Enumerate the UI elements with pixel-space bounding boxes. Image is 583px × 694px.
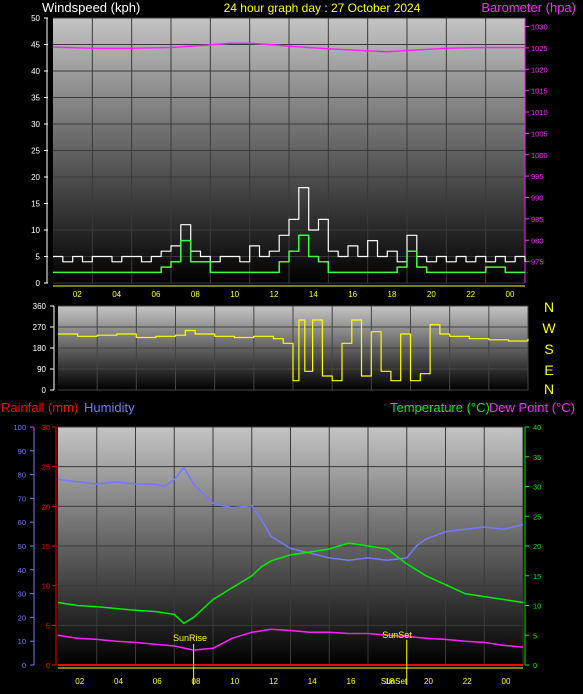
- direction-tick-label: 360: [33, 302, 47, 311]
- barometer-tick-label: 1010: [531, 108, 548, 117]
- barometer-tick-label: 1015: [531, 87, 548, 96]
- wind-tick-label: 45: [31, 41, 40, 50]
- direction-tick-label: 90: [37, 365, 46, 374]
- wind-x-tick-label: 22: [466, 290, 475, 299]
- barometer-tick-label: 995: [531, 172, 544, 181]
- wind-tick-label: 35: [31, 94, 40, 103]
- compass-label-e: E: [544, 362, 553, 378]
- wind-tick-label: 25: [31, 147, 40, 156]
- wind-x-tick-label: 04: [112, 290, 121, 299]
- direction-tick-label: 180: [33, 344, 47, 353]
- compass-label-n-bottom: N: [544, 381, 554, 397]
- wind-tick-label: 10: [31, 226, 40, 235]
- wind-x-tick-label: 02: [73, 290, 82, 299]
- barometer-tick-label: 975: [531, 258, 544, 267]
- climate-x-tick-label: 00: [502, 677, 511, 686]
- barometer-tick-label: 1020: [531, 65, 548, 74]
- climate-x-tick-label: 08: [192, 677, 201, 686]
- wind-tick-label: 15: [31, 200, 40, 209]
- sunrise-label: SunRise: [173, 633, 207, 643]
- rainfall-tick-label: 15: [42, 542, 50, 551]
- temperature-tick-label: 15: [533, 572, 541, 581]
- rainfall-tick-label: 30: [42, 423, 50, 432]
- humidity-axis-title: Humidity: [84, 400, 135, 415]
- climate-x-tick-label: 02: [75, 677, 84, 686]
- wind-tick-label: 20: [31, 173, 40, 182]
- barometer-axis-title: Barometer (hpa): [481, 0, 576, 15]
- wind-x-tick-label: 06: [152, 290, 161, 299]
- rainfall-tick-label: 0: [46, 661, 50, 670]
- wind-x-tick-label: 10: [230, 290, 239, 299]
- wind-x-tick-label: 00: [506, 290, 515, 299]
- climate-x-tick-label: 06: [153, 677, 162, 686]
- humidity-tick-label: 90: [18, 447, 26, 456]
- climate-x-tick-label: 14: [308, 677, 317, 686]
- climate-x-tick-label: 22: [463, 677, 472, 686]
- wind-x-tick-label: 08: [191, 290, 200, 299]
- compass-label-n-top: N: [544, 299, 554, 315]
- wind-x-tick-label: 16: [348, 290, 357, 299]
- rainfall-tick-label: 10: [42, 582, 50, 591]
- humidity-tick-label: 30: [18, 590, 26, 599]
- temperature-tick-label: 0: [533, 661, 537, 670]
- rainfall-axis-title: Rainfall (mm): [1, 400, 78, 415]
- barometer-tick-label: 980: [531, 236, 544, 245]
- wind-x-tick-label: 20: [427, 290, 436, 299]
- humidity-tick-label: 10: [18, 637, 26, 646]
- barometer-tick-label: 985: [531, 215, 544, 224]
- climate-x-tick-label: 04: [114, 677, 123, 686]
- wind-x-tick-label: 14: [309, 290, 318, 299]
- direction-tick-label: 0: [42, 386, 47, 395]
- climate-x-tick-label: 10: [230, 677, 239, 686]
- rainfall-tick-label: 20: [42, 502, 50, 511]
- humidity-tick-label: 0: [22, 661, 26, 670]
- humidity-tick-label: 40: [18, 566, 26, 575]
- weather-graph: Windspeed (kph) 24 hour graph day : 27 O…: [1, 0, 576, 686]
- barometer-tick-label: 1030: [531, 23, 548, 32]
- wind-tick-label: 5: [36, 253, 41, 262]
- temperature-tick-label: 20: [533, 542, 541, 551]
- humidity-tick-label: 50: [18, 542, 26, 551]
- humidity-tick-label: 60: [18, 518, 26, 527]
- humidity-tick-label: 80: [18, 471, 26, 480]
- temperature-axis-title: Temperature (°C): [390, 400, 490, 415]
- wind-tick-label: 40: [31, 67, 40, 76]
- barometer-tick-label: 1005: [531, 129, 548, 138]
- temperature-tick-label: 5: [533, 631, 537, 640]
- humidity-tick-label: 70: [18, 494, 26, 503]
- compass-label-w: W: [542, 320, 556, 336]
- graph-title: 24 hour graph day : 27 October 2024: [224, 1, 421, 15]
- windspeed-axis-title: Windspeed (kph): [42, 0, 140, 15]
- wind-tick-label: 30: [31, 120, 40, 129]
- wind-x-tick-label: 18: [388, 290, 397, 299]
- temperature-tick-label: 25: [533, 512, 541, 521]
- rainfall-tick-label: 25: [42, 463, 50, 472]
- wind-x-tick-label: 12: [270, 290, 279, 299]
- wind-tick-label: 50: [31, 14, 40, 23]
- climate-x-tick-label: 20: [424, 677, 433, 686]
- barometer-tick-label: 990: [531, 194, 544, 203]
- climate-x-tick-label: 16: [347, 677, 356, 686]
- dewpoint-axis-title: Dew Point (°C): [489, 400, 575, 415]
- sunset-axis-label: SunSet: [381, 677, 408, 686]
- temperature-tick-label: 40: [533, 423, 541, 432]
- wind-tick-label: 0: [36, 279, 41, 288]
- sunset-label: SunSet: [382, 630, 412, 640]
- climate-x-tick-label: 12: [269, 677, 278, 686]
- temperature-tick-label: 30: [533, 483, 541, 492]
- barometer-tick-label: 1000: [531, 151, 548, 160]
- temperature-tick-label: 10: [533, 602, 541, 611]
- humidity-tick-label: 100: [13, 423, 26, 432]
- rainfall-tick-label: 5: [46, 621, 50, 630]
- compass-label-s: S: [544, 341, 553, 357]
- humidity-tick-label: 20: [18, 613, 26, 622]
- temperature-tick-label: 35: [533, 453, 541, 462]
- direction-tick-label: 270: [33, 323, 47, 332]
- barometer-tick-label: 1025: [531, 44, 548, 53]
